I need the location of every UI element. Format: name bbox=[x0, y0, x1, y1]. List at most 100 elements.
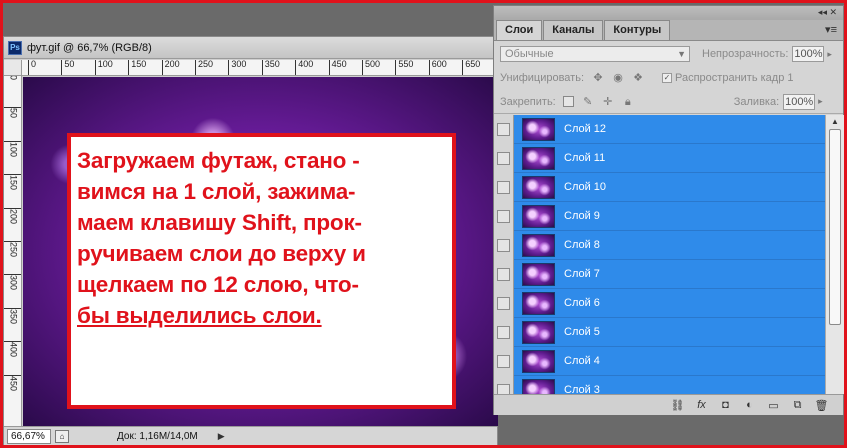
status-icon[interactable]: ⌂ bbox=[55, 429, 69, 443]
blend-mode-value: Обычные bbox=[505, 48, 554, 60]
note-line-5: щелкаем по 12 слою, что- bbox=[77, 272, 359, 297]
vertical-ruler[interactable]: 0 50 100 150 200 250 300 350 400 450 bbox=[4, 76, 22, 426]
tab-layers[interactable]: Слои bbox=[496, 20, 543, 40]
layer-row[interactable]: Слой 6 bbox=[494, 288, 825, 318]
layer-name: Слой 12 bbox=[564, 123, 607, 135]
adjustment-icon[interactable]: ◐ bbox=[742, 399, 757, 411]
eye-icon bbox=[497, 151, 510, 165]
propagate-checkbox[interactable]: ✓ bbox=[662, 73, 673, 83]
panel-menu-icon[interactable]: ▾≡ bbox=[825, 23, 837, 36]
layer-row[interactable]: Слой 3 bbox=[494, 375, 825, 394]
tab-channels[interactable]: Каналы bbox=[543, 20, 604, 40]
layer-name: Слой 8 bbox=[564, 239, 600, 251]
lock-position-icon[interactable]: ✛ bbox=[602, 96, 614, 108]
doc-info[interactable]: Док: 1,16M/14,0M bbox=[117, 431, 198, 442]
document-title-bar[interactable]: Ps фут.gif @ 66,7% (RGB/8) bbox=[4, 37, 497, 59]
ruler-tick: 200 bbox=[4, 207, 21, 224]
propagate-label: Распространить кадр 1 bbox=[675, 72, 794, 84]
lock-all-icon[interactable]: 🔒︎ bbox=[622, 96, 634, 108]
eye-icon bbox=[497, 122, 510, 136]
unify-position-icon[interactable]: ✥ bbox=[592, 72, 604, 84]
eye-icon bbox=[497, 180, 510, 194]
fill-field[interactable]: 100% bbox=[783, 93, 816, 110]
blend-row: Обычные ▼ Непрозрачность: 100% ▸ bbox=[494, 42, 843, 66]
visibility-toggle[interactable] bbox=[494, 172, 514, 202]
opacity-label: Непрозрачность: bbox=[702, 48, 789, 60]
layers-panel: ◂◂ ✕ Слои Каналы Контуры ▾≡ Обычные ▼ Не… bbox=[493, 5, 844, 415]
blend-mode-select[interactable]: Обычные ▼ bbox=[500, 46, 690, 62]
ruler-tick: 250 bbox=[4, 241, 21, 257]
unify-style-icon[interactable]: ❖ bbox=[632, 72, 644, 84]
visibility-toggle[interactable] bbox=[494, 230, 514, 260]
visibility-toggle[interactable] bbox=[494, 259, 514, 289]
layer-row[interactable]: Слой 10 bbox=[494, 172, 825, 202]
instruction-note: Загружаем футаж, стано - вимся на 1 слой… bbox=[67, 133, 456, 409]
layer-row[interactable]: Слой 12 bbox=[494, 115, 825, 144]
new-layer-icon[interactable]: ⧉ bbox=[790, 399, 805, 412]
layers-scrollbar[interactable]: ▲ bbox=[825, 115, 844, 394]
ruler-tick: 400 bbox=[295, 60, 313, 75]
fill-label: Заливка: bbox=[733, 95, 780, 108]
unify-visibility-icon[interactable]: ◉ bbox=[612, 72, 624, 84]
layer-thumbnail bbox=[522, 291, 555, 315]
layer-row[interactable]: Слой 11 bbox=[494, 143, 825, 173]
ruler-tick: 100 bbox=[94, 60, 113, 75]
fx-icon[interactable]: fx bbox=[694, 399, 709, 411]
note-line-3: маем клавишу Shift, прок- bbox=[77, 210, 362, 235]
layer-thumbnail bbox=[522, 146, 555, 170]
layer-name: Слой 3 bbox=[564, 384, 600, 394]
visibility-toggle[interactable] bbox=[494, 288, 514, 318]
ruler-tick: 600 bbox=[428, 60, 447, 75]
ruler-tick: 200 bbox=[161, 60, 180, 75]
ruler-tick: 350 bbox=[261, 60, 280, 75]
panel-header[interactable]: ◂◂ ✕ bbox=[494, 6, 843, 20]
layer-thumbnail bbox=[522, 175, 555, 199]
visibility-toggle[interactable] bbox=[494, 201, 514, 231]
lock-pixels-icon[interactable]: ✎ bbox=[582, 96, 594, 108]
layer-row[interactable]: Слой 5 bbox=[494, 317, 825, 347]
mask-icon[interactable]: ◘ bbox=[718, 399, 733, 411]
panel-tabs: Слои Каналы Контуры ▾≡ bbox=[494, 20, 843, 41]
layer-thumbnail bbox=[522, 204, 555, 228]
ruler-tick: 0 bbox=[4, 76, 21, 80]
layer-thumbnail bbox=[522, 349, 555, 373]
opacity-field[interactable]: 100% bbox=[792, 46, 825, 62]
eye-icon bbox=[497, 238, 510, 252]
group-icon[interactable]: ▭ bbox=[766, 399, 781, 412]
fill-slider-icon[interactable]: ▸ bbox=[818, 96, 823, 107]
ruler-corner[interactable] bbox=[4, 60, 22, 76]
scroll-thumb[interactable] bbox=[829, 129, 841, 325]
link-icon[interactable]: ⛓ bbox=[670, 399, 685, 412]
layer-name: Слой 5 bbox=[564, 326, 600, 338]
ruler-tick: 550 bbox=[395, 60, 413, 75]
visibility-toggle[interactable] bbox=[494, 143, 514, 173]
ruler-tick: 250 bbox=[195, 60, 213, 75]
lock-transparency-icon[interactable] bbox=[562, 96, 574, 107]
unify-row: Унифицировать: ✥ ◉ ❖ ✓ Распространить ка… bbox=[494, 66, 843, 90]
visibility-toggle[interactable] bbox=[494, 115, 514, 144]
visibility-toggle[interactable] bbox=[494, 317, 514, 347]
zoom-field[interactable]: 66,67% bbox=[7, 428, 51, 444]
layer-row[interactable]: Слой 9 bbox=[494, 201, 825, 231]
layer-row[interactable]: Слой 4 bbox=[494, 346, 825, 376]
collapse-icon[interactable]: ◂◂ ✕ bbox=[818, 7, 837, 18]
visibility-toggle[interactable] bbox=[494, 346, 514, 376]
scroll-up-icon[interactable]: ▲ bbox=[831, 117, 839, 126]
eye-icon bbox=[497, 209, 510, 223]
ruler-tick: 450 bbox=[328, 60, 347, 75]
opacity-slider-icon[interactable]: ▸ bbox=[827, 49, 832, 60]
horizontal-ruler[interactable]: 0501001502002503003504004505005506006507… bbox=[22, 60, 498, 76]
layer-row[interactable]: Слой 8 bbox=[494, 230, 825, 260]
lock-label: Закрепить: bbox=[500, 95, 556, 108]
visibility-toggle[interactable] bbox=[494, 375, 514, 394]
document-title: фут.gif @ 66,7% (RGB/8) bbox=[27, 41, 152, 54]
eye-icon bbox=[497, 354, 510, 368]
play-icon[interactable]: ▶ bbox=[218, 431, 225, 442]
delete-icon[interactable]: 🗑︎ bbox=[814, 399, 829, 412]
layer-thumbnail bbox=[522, 320, 555, 344]
layer-row[interactable]: Слой 7 bbox=[494, 259, 825, 289]
eye-icon bbox=[497, 296, 510, 310]
layer-name: Слой 11 bbox=[564, 152, 606, 164]
note-line-2: вимся на 1 слой, зажима- bbox=[77, 179, 356, 204]
tab-paths[interactable]: Контуры bbox=[604, 20, 671, 40]
